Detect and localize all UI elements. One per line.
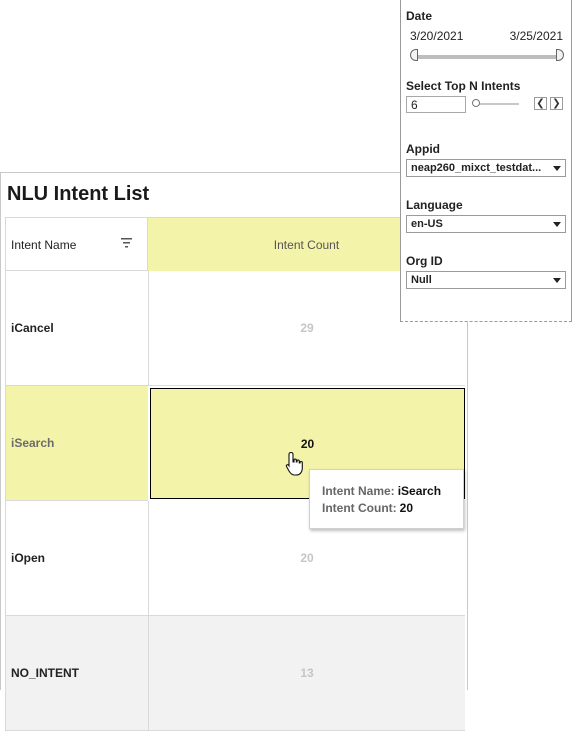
intent-name-cell[interactable]: iSearch — [5, 386, 148, 501]
worksheet-panel: NLU Intent List Intent Name Intent Count… — [0, 172, 468, 731]
tooltip-intent-count: Intent Count: 20 — [322, 501, 414, 515]
appid-value: neap260_mixct_testdat... — [411, 162, 542, 174]
org-value: Null — [411, 274, 432, 286]
date-range-start-handle[interactable] — [410, 49, 418, 61]
table-row[interactable]: NO_INTENT 13 — [5, 616, 465, 731]
table-row[interactable]: iCancel 29 — [5, 271, 465, 386]
topn-slider-handle[interactable] — [472, 99, 480, 107]
hand-cursor-icon — [285, 451, 303, 476]
org-filter-label: Org ID — [406, 254, 443, 268]
tooltip: Intent Name: iSearch Intent Count: 20 — [309, 469, 464, 529]
date-filter-label: Date — [406, 9, 433, 23]
filter-panel: Date 3/20/2021 3/25/2021 Select Top N In… — [400, 0, 572, 322]
tooltip-intent-name: Intent Name: iSearch — [322, 484, 442, 498]
language-filter-label: Language — [406, 198, 463, 212]
date-range-end-handle[interactable] — [556, 49, 564, 61]
topn-input[interactable]: 6 — [406, 96, 466, 113]
intent-count-cell[interactable]: 13 — [148, 616, 465, 731]
topn-slider[interactable] — [475, 103, 519, 105]
intent-name-cell[interactable]: NO_INTENT — [5, 616, 148, 731]
column-header-label: Intent Name — [11, 238, 77, 252]
sheet-title: NLU Intent List — [7, 183, 150, 205]
column-header-intent-name[interactable]: Intent Name — [5, 217, 148, 271]
language-dropdown[interactable]: en-US — [406, 215, 566, 233]
sort-icon[interactable] — [121, 237, 133, 249]
date-range-slider[interactable] — [413, 55, 563, 59]
intent-name-cell[interactable]: iCancel — [5, 271, 148, 386]
language-value: en-US — [411, 218, 443, 230]
chevron-down-icon — [553, 222, 561, 227]
org-dropdown[interactable]: Null — [406, 271, 566, 289]
date-range-start: 3/20/2021 — [410, 29, 464, 43]
date-range-end: 3/25/2021 — [509, 29, 563, 43]
chevron-right-icon[interactable]: ❯ — [550, 97, 563, 110]
intent-name-cell[interactable]: iOpen — [5, 501, 148, 616]
topn-filter-label: Select Top N Intents — [406, 79, 521, 93]
appid-filter-label: Appid — [406, 142, 440, 156]
chevron-left-icon[interactable]: ❮ — [534, 97, 547, 110]
chevron-down-icon — [553, 166, 561, 171]
appid-dropdown[interactable]: neap260_mixct_testdat... — [406, 159, 566, 177]
chevron-down-icon — [553, 278, 561, 283]
